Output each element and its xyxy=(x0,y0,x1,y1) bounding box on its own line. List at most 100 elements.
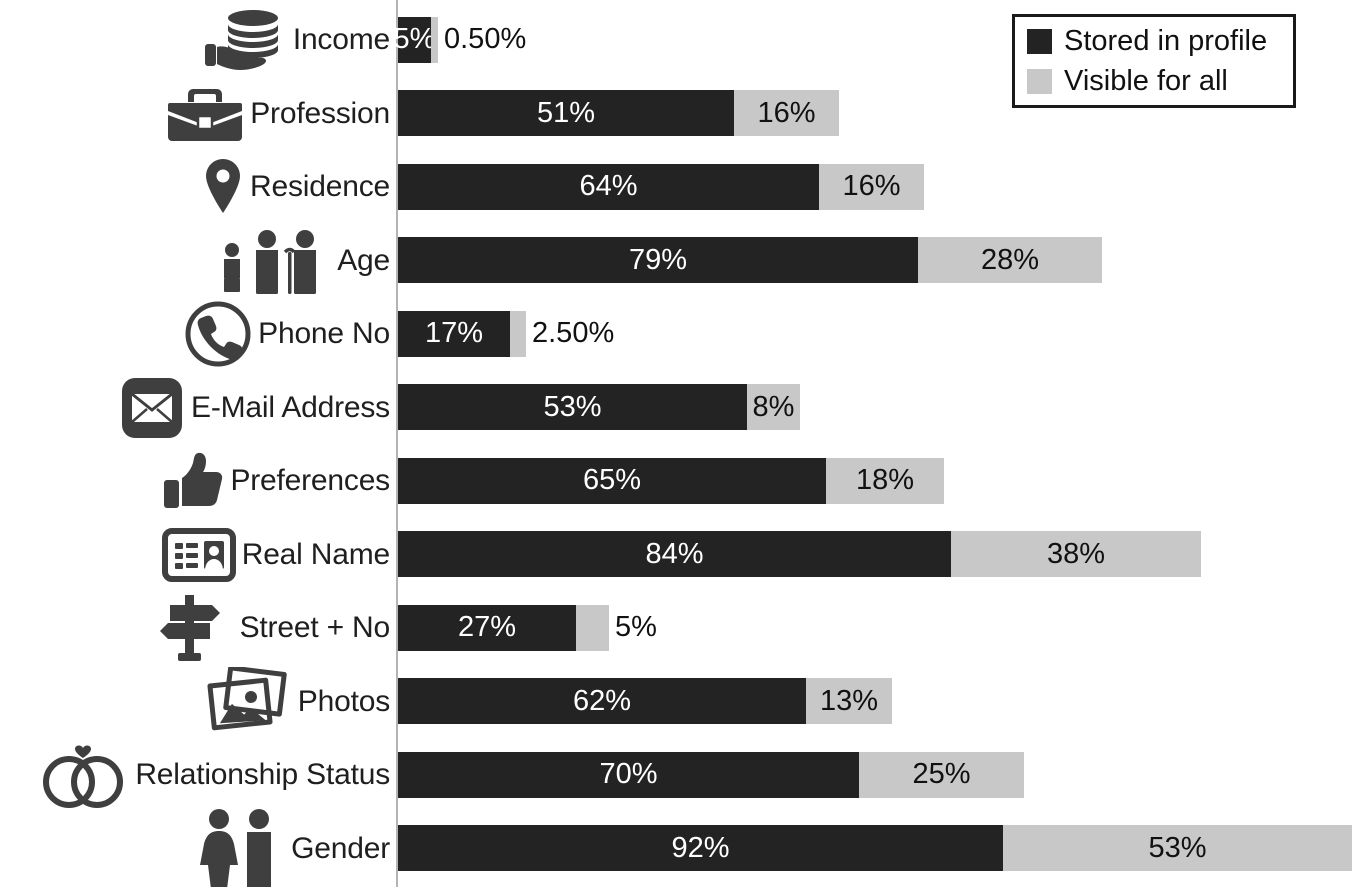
square-swatch-dark-icon xyxy=(1027,28,1052,54)
bar-segment-stored-in-profile[interactable]: 64% xyxy=(398,163,819,210)
chart-row: Age 79% 28% xyxy=(0,224,1358,298)
bar-value-stored: 62% xyxy=(572,684,632,717)
bar-value-stored: 53% xyxy=(543,390,602,423)
bar-segment-visible-for-all[interactable]: 2.50% xyxy=(510,310,614,357)
photos-stack-icon xyxy=(204,666,292,737)
category-label-cell: Street + No xyxy=(0,591,390,665)
category-label-cell: E-Mail Address xyxy=(0,371,390,445)
bar-value-stored: 17% xyxy=(424,317,484,350)
bar-segment-stored-in-profile[interactable]: 51% xyxy=(398,90,734,137)
category-label: E-Mail Address xyxy=(191,390,390,424)
chart-legend: Stored in profile Visible for all xyxy=(1012,14,1296,108)
stacked-bar: 64% 16% xyxy=(398,163,924,210)
bar-value-visible: 2.50% xyxy=(532,317,615,350)
stacked-bar: 92% 53% xyxy=(398,825,1352,872)
bar-segment-stored-in-profile[interactable]: 5% xyxy=(394,16,435,63)
category-label-cell: Preferences xyxy=(0,444,390,518)
bar-value-visible: 18% xyxy=(855,464,915,497)
bar-value-visible: 25% xyxy=(912,758,971,791)
legend-item-visible-for-all[interactable]: Visible for all xyxy=(1027,63,1283,99)
bar-segment-visible-for-all[interactable]: 16% xyxy=(734,90,839,137)
bar-value-visible: 13% xyxy=(819,684,879,717)
category-label-cell: Gender xyxy=(0,808,390,887)
bar-value-stored: 27% xyxy=(457,611,517,644)
stacked-bar: 79% 28% xyxy=(398,237,1102,284)
chart-row: Relationship Status 70% 25% xyxy=(0,738,1358,812)
category-label: Real Name xyxy=(241,537,390,571)
category-label-cell: Age xyxy=(0,224,390,298)
bar-value-stored: 51% xyxy=(536,96,596,129)
category-label-cell: Profession xyxy=(0,77,390,151)
bar-segment-stored-in-profile[interactable]: 17% xyxy=(398,310,510,357)
bar-value-visible: 28% xyxy=(980,243,1040,276)
category-label: Relationship Status xyxy=(135,758,390,791)
stacked-bar: 65% 18% xyxy=(398,457,944,504)
category-label: Preferences xyxy=(230,464,390,497)
thumbs-up-icon xyxy=(162,452,224,510)
square-swatch-light-icon xyxy=(1027,68,1052,94)
bar-segment-stored-in-profile[interactable]: 92% xyxy=(398,825,1003,872)
chart-row: Street + No 27% 5% xyxy=(0,591,1358,665)
bar-segment-visible-for-all[interactable]: 13% xyxy=(806,678,892,725)
bar-segment-visible-for-all[interactable]: 38% xyxy=(951,531,1201,578)
three-ages-people-icon xyxy=(215,228,331,294)
bar-segment-stored-in-profile[interactable]: 70% xyxy=(398,751,859,798)
map-pin-icon xyxy=(202,156,244,218)
bar-segment-visible-for-all[interactable]: 53% xyxy=(1003,825,1352,872)
bar-value-visible: 0.50% xyxy=(444,23,527,56)
legend-label-stored-in-profile: Stored in profile xyxy=(1064,24,1268,57)
category-label: Gender xyxy=(291,831,390,865)
bar-segment-stored-in-profile[interactable]: 79% xyxy=(398,237,918,284)
category-label: Phone No xyxy=(258,317,390,350)
chart-row: Preferences 65% 18% xyxy=(0,444,1358,518)
bar-segment-visible-for-all[interactable]: 8% xyxy=(747,384,800,431)
bar-value-visible: 16% xyxy=(757,96,816,129)
male-female-icon xyxy=(193,808,285,887)
bar-value-stored: 70% xyxy=(599,758,658,791)
category-label: Residence xyxy=(250,170,390,203)
category-label-cell: Photos xyxy=(0,665,390,739)
bar-value-visible: 53% xyxy=(1148,831,1207,864)
envelope-icon xyxy=(119,375,185,441)
chart-row: Real Name 84% 38% xyxy=(0,518,1358,592)
chart-row: Residence 64% 16% xyxy=(0,150,1358,224)
bar-segment-visible-for-all[interactable]: 18% xyxy=(826,457,944,504)
bar-segment-stored-in-profile[interactable]: 65% xyxy=(398,457,826,504)
stacked-bar: 5% 0.50% xyxy=(394,16,526,63)
category-label: Street + No xyxy=(239,611,391,644)
bar-segment-visible-for-all[interactable]: 25% xyxy=(859,751,1024,798)
phone-in-circle-icon xyxy=(184,300,252,368)
bar-segment-stored-in-profile[interactable]: 27% xyxy=(398,604,576,651)
category-label-cell: Relationship Status xyxy=(0,738,390,812)
bar-value-visible: 8% xyxy=(752,390,795,423)
bar-segment-stored-in-profile[interactable]: 62% xyxy=(398,678,806,725)
bar-value-stored: 65% xyxy=(582,464,642,497)
bar-segment-visible-for-all[interactable]: 16% xyxy=(819,163,924,210)
bar-segment-visible-for-all[interactable]: 0.50% xyxy=(431,16,526,63)
wedding-rings-icon xyxy=(39,740,129,810)
bar-segment-stored-in-profile[interactable]: 53% xyxy=(398,384,747,431)
street-sign-icon xyxy=(148,591,234,665)
category-label-cell: Income xyxy=(0,3,390,77)
legend-item-stored-in-profile[interactable]: Stored in profile xyxy=(1027,23,1283,59)
stacked-bar: 17% 2.50% xyxy=(398,310,614,357)
bar-segment-visible-for-all[interactable]: 28% xyxy=(918,237,1102,284)
category-label-cell: Real Name xyxy=(0,518,390,592)
category-label: Profession xyxy=(250,96,390,130)
id-card-icon xyxy=(161,527,236,582)
chart-row: E-Mail Address 53% 8% xyxy=(0,371,1358,445)
chart-row: Photos 62% 13% xyxy=(0,665,1358,739)
chart-row: Phone No 17% 2.50% xyxy=(0,297,1358,371)
bar-value-stored: 79% xyxy=(628,243,688,276)
legend-label-visible-for-all: Visible for all xyxy=(1064,64,1228,97)
bar-value-visible: 38% xyxy=(1046,537,1106,570)
bar-segment-visible-for-all[interactable]: 5% xyxy=(576,604,657,651)
coins-in-hand-icon xyxy=(203,9,287,71)
stacked-bar: 62% 13% xyxy=(398,678,892,725)
bar-segment-stored-in-profile[interactable]: 84% xyxy=(398,531,951,578)
briefcase-icon xyxy=(166,83,244,145)
bar-value-stored: 5% xyxy=(393,23,436,56)
bar-value-visible: 5% xyxy=(615,611,657,644)
stacked-bar: 53% 8% xyxy=(398,384,800,431)
stacked-bar: 27% 5% xyxy=(398,604,657,651)
